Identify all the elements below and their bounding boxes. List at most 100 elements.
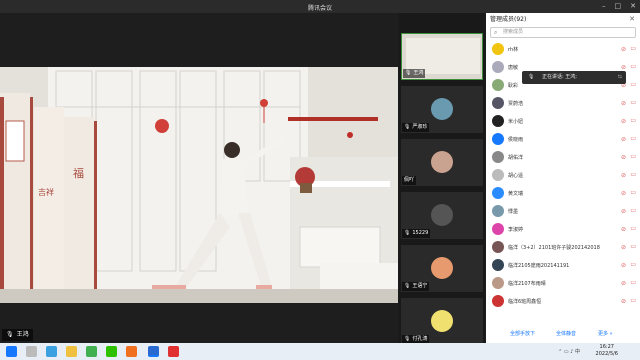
thumbnail-tile[interactable]: 🎙 付孔涛	[401, 298, 483, 345]
camera-off-icon[interactable]: ▭	[630, 171, 636, 178]
folder-icon[interactable]	[66, 346, 77, 357]
camera-off-icon[interactable]: ▭	[630, 153, 636, 160]
thumbnail-tile[interactable]: 佩吖	[401, 139, 483, 186]
pin-icon[interactable]: ⇆	[618, 71, 622, 84]
member-row[interactable]: 临洋6班周鑫恒 ⊘ ▭	[486, 293, 640, 310]
system-tray[interactable]: ⌃ ▭ ♪ 中	[558, 348, 580, 355]
camera-off-icon[interactable]: ▭	[630, 225, 636, 232]
camera-off-icon[interactable]: ▭	[630, 189, 636, 196]
more-button[interactable]: 更多 »	[598, 326, 613, 343]
clock-date: 2022/5/6	[595, 351, 618, 357]
window-title: 腾讯会议	[307, 5, 332, 12]
avatar	[492, 241, 504, 253]
member-row[interactable]: 临洋（3+2）2101班许子骏202142018 ⊘ ▭	[486, 239, 640, 256]
camera-off-icon[interactable]: ▭	[630, 243, 636, 250]
member-row[interactable]: rh林 ⊘ ▭	[486, 41, 640, 58]
camera-off-icon[interactable]: ▭	[630, 261, 636, 268]
member-name: 侯晓雨	[508, 137, 524, 143]
member-name: 黄文瑞	[508, 191, 524, 197]
panel-header: 管理成员(92) ✕	[486, 13, 640, 26]
svg-text:吉祥: 吉祥	[38, 187, 54, 197]
member-row[interactable]: 悸墨 ⊘ ▭	[486, 203, 640, 220]
mic-muted-icon[interactable]: ⊘	[621, 298, 626, 305]
camera-off-icon[interactable]: ▭	[630, 63, 636, 70]
member-row[interactable]: 贾蔚浩 ⊘ ▭	[486, 95, 640, 112]
camera-off-icon[interactable]: ▭	[630, 99, 636, 106]
mic-muted-icon[interactable]: ⊘	[621, 244, 626, 251]
mic-icon: 🎙	[528, 74, 535, 80]
member-row[interactable]: 临洋2105庞雨202141191 ⊘ ▭	[486, 257, 640, 274]
avatar	[492, 79, 504, 91]
mic-muted-icon[interactable]: ⊘	[621, 100, 626, 107]
member-name: rh林	[508, 47, 519, 53]
thumbnail-tile[interactable]: 🎙 王语宁	[401, 245, 483, 292]
mic-muted-icon[interactable]: ⊘	[621, 172, 626, 179]
close-icon[interactable]: ✕	[630, 2, 636, 10]
video-scene: 福 吉祥	[0, 67, 398, 303]
search-icon: ⌕	[494, 29, 498, 36]
mic-muted-icon[interactable]: ⊘	[621, 280, 626, 287]
mic-muted-icon[interactable]: ⊘	[621, 208, 626, 215]
tencent-meeting-icon[interactable]	[148, 346, 159, 357]
search-placeholder: 搜索成员	[503, 29, 524, 35]
close-icon[interactable]: ✕	[629, 13, 635, 26]
avatar	[492, 259, 504, 271]
thumbnail-name: 严淑珍	[412, 124, 428, 130]
camera-off-icon[interactable]: ▭	[630, 279, 636, 286]
camera-off-icon[interactable]: ▭	[630, 81, 636, 88]
avatar	[431, 204, 453, 226]
member-row[interactable]: 米小妞 ⊘ ▭	[486, 113, 640, 130]
wechat-icon[interactable]	[106, 346, 117, 357]
avatar	[492, 115, 504, 127]
avatar	[492, 205, 504, 217]
member-row[interactable]: 黄文瑞 ⊘ ▭	[486, 185, 640, 202]
camera-off-icon[interactable]: ▭	[630, 207, 636, 214]
mic-muted-icon[interactable]: ⊘	[621, 136, 626, 143]
start-icon[interactable]	[6, 346, 17, 357]
mic-muted-icon[interactable]: ⊘	[621, 226, 626, 233]
mic-icon: 🎙	[405, 70, 412, 76]
camera-off-icon[interactable]: ▭	[630, 297, 636, 304]
thumbnail-tile[interactable]: 🎙 王鸿	[401, 33, 483, 80]
camera-off-icon[interactable]: ▭	[630, 45, 636, 52]
thumbnail-label: 🎙 严淑珍	[402, 123, 430, 132]
camera-off-icon[interactable]: ▭	[630, 117, 636, 124]
mic-icon: 🎙	[404, 230, 411, 236]
wps-icon[interactable]	[168, 346, 179, 357]
lower-all-hands-button[interactable]: 全部手放下	[510, 326, 535, 343]
thumbnail-tile[interactable]: 🎙 严淑珍	[401, 86, 483, 133]
browser-icon[interactable]	[126, 346, 137, 357]
clock[interactable]: 16:27 2022/5/6	[596, 344, 618, 358]
edge-icon[interactable]	[46, 346, 57, 357]
thumbnail-tile[interactable]: 🎙 15229	[401, 192, 483, 239]
search-input[interactable]: ⌕ 搜索成员	[490, 27, 636, 38]
mute-all-button[interactable]: 全体静音	[556, 326, 576, 343]
member-name: 耿彩	[508, 83, 519, 89]
member-row[interactable]: 侯晓雨 ⊘ ▭	[486, 131, 640, 148]
mic-muted-icon[interactable]: ⊘	[621, 46, 626, 53]
member-row[interactable]: 李淑婷 ⊘ ▭	[486, 221, 640, 238]
minimize-icon[interactable]: –	[602, 2, 606, 10]
camera-off-icon[interactable]: ▭	[630, 135, 636, 142]
search-icon[interactable]	[26, 346, 37, 357]
member-row[interactable]: 胡佑洋 ⊘ ▭	[486, 149, 640, 166]
avatar	[492, 133, 504, 145]
mic-muted-icon[interactable]: ⊘	[621, 118, 626, 125]
member-name: 胡心遥	[508, 173, 524, 179]
mic-muted-icon[interactable]: ⊘	[621, 154, 626, 161]
member-row[interactable]: 胡心遥 ⊘ ▭	[486, 167, 640, 184]
speaking-indicator: 🎙 正在讲话: 王鸿; ⇆	[522, 71, 626, 84]
mic-muted-icon[interactable]: ⊘	[621, 262, 626, 269]
main-video[interactable]: 福 吉祥	[0, 67, 398, 303]
mic-muted-icon[interactable]: ⊘	[621, 64, 626, 71]
member-name: 临洋2107布雨晴	[508, 281, 546, 287]
member-name: 临洋6班周鑫恒	[508, 299, 542, 305]
app-icon[interactable]	[86, 346, 97, 357]
member-name: 李淑婷	[508, 227, 524, 233]
thumbnail-label: 🎙 15229	[402, 229, 431, 238]
mic-muted-icon[interactable]: ⊘	[621, 190, 626, 197]
member-name: 唐敏	[508, 65, 519, 71]
thumbnail-name: 佩吖	[404, 177, 415, 183]
maximize-icon[interactable]: □	[615, 2, 622, 10]
member-row[interactable]: 临洋2107布雨晴 ⊘ ▭	[486, 275, 640, 292]
